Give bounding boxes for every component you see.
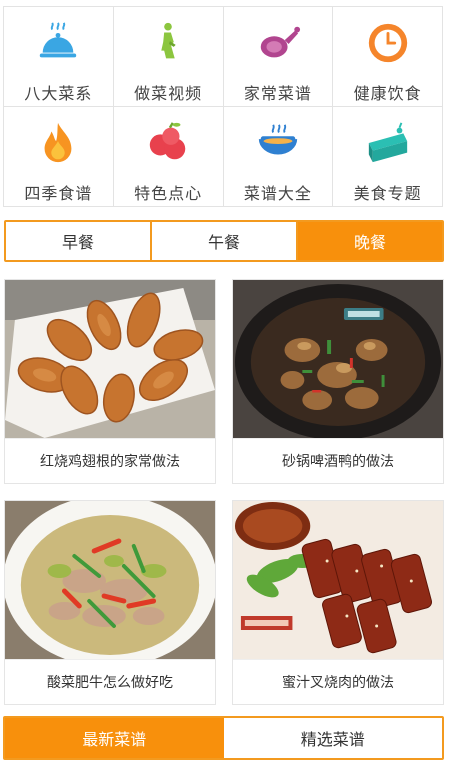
- figure-icon: [144, 19, 192, 67]
- recipe-list-tabs: 最新菜谱 精选菜谱: [3, 716, 444, 760]
- tab-breakfast[interactable]: 早餐: [6, 222, 150, 260]
- category-label: 家常菜谱: [243, 84, 312, 103]
- category-snacks[interactable]: 特色点心: [113, 107, 224, 207]
- tab-lunch[interactable]: 午餐: [150, 222, 296, 260]
- tab-featured-recipes[interactable]: 精选菜谱: [223, 718, 442, 758]
- bowl-icon: [254, 119, 302, 167]
- category-healthy[interactable]: 健康饮食: [333, 7, 443, 107]
- category-home-cooking[interactable]: 家常菜谱: [223, 7, 334, 107]
- beer-duck-claypot-photo: [233, 280, 443, 438]
- category-grid: 八大菜系 做菜视频 家常菜谱 健康饮食 四季食谱 特色点心 菜谱大全 美食专题: [3, 6, 443, 207]
- recipe-title: 红烧鸡翅根的家常做法: [5, 438, 215, 483]
- recipe-grid: 红烧鸡翅根的家常做法 砂锅啤酒鸭的做法 酸菜肥牛怎么做好吃 蜜汁叉烧肉的做法: [4, 279, 444, 705]
- recipe-title: 砂锅啤酒鸭的做法: [233, 438, 443, 483]
- recipe-card[interactable]: 酸菜肥牛怎么做好吃: [4, 500, 216, 705]
- clock-icon: [364, 19, 412, 67]
- category-all-recipes[interactable]: 菜谱大全: [223, 107, 334, 207]
- meal-tabs: 早餐 午餐 晚餐: [4, 220, 444, 262]
- category-label: 八大菜系: [24, 84, 93, 103]
- recipe-card[interactable]: 红烧鸡翅根的家常做法: [4, 279, 216, 484]
- category-label: 四季食谱: [24, 184, 93, 203]
- recipe-title: 酸菜肥牛怎么做好吃: [5, 659, 215, 704]
- category-label: 做菜视频: [134, 84, 203, 103]
- category-label: 特色点心: [134, 184, 203, 203]
- category-label: 健康饮食: [353, 84, 422, 103]
- category-label: 菜谱大全: [243, 184, 312, 203]
- recipe-card[interactable]: 蜜汁叉烧肉的做法: [232, 500, 444, 705]
- tab-latest-recipes[interactable]: 最新菜谱: [5, 718, 224, 758]
- recipe-title: 蜜汁叉烧肉的做法: [233, 659, 443, 704]
- flame-icon: [34, 119, 82, 167]
- char-siu-pork-photo: [233, 501, 443, 659]
- category-seasonal[interactable]: 四季食谱: [4, 107, 114, 207]
- category-video[interactable]: 做菜视频: [113, 7, 224, 107]
- ham-leg-icon: [254, 19, 302, 67]
- tab-dinner[interactable]: 晚餐: [296, 222, 442, 260]
- apple-icon: [144, 119, 192, 167]
- pickled-cabbage-beef-photo: [5, 501, 215, 659]
- category-topics[interactable]: 美食专题: [333, 107, 443, 207]
- category-cuisines[interactable]: 八大菜系: [4, 7, 114, 107]
- chicken-drumettes-photo: [5, 280, 215, 438]
- category-label: 美食专题: [353, 184, 422, 203]
- recipe-card[interactable]: 砂锅啤酒鸭的做法: [232, 279, 444, 484]
- cake-icon: [364, 119, 412, 167]
- cloche-icon: [34, 19, 82, 67]
